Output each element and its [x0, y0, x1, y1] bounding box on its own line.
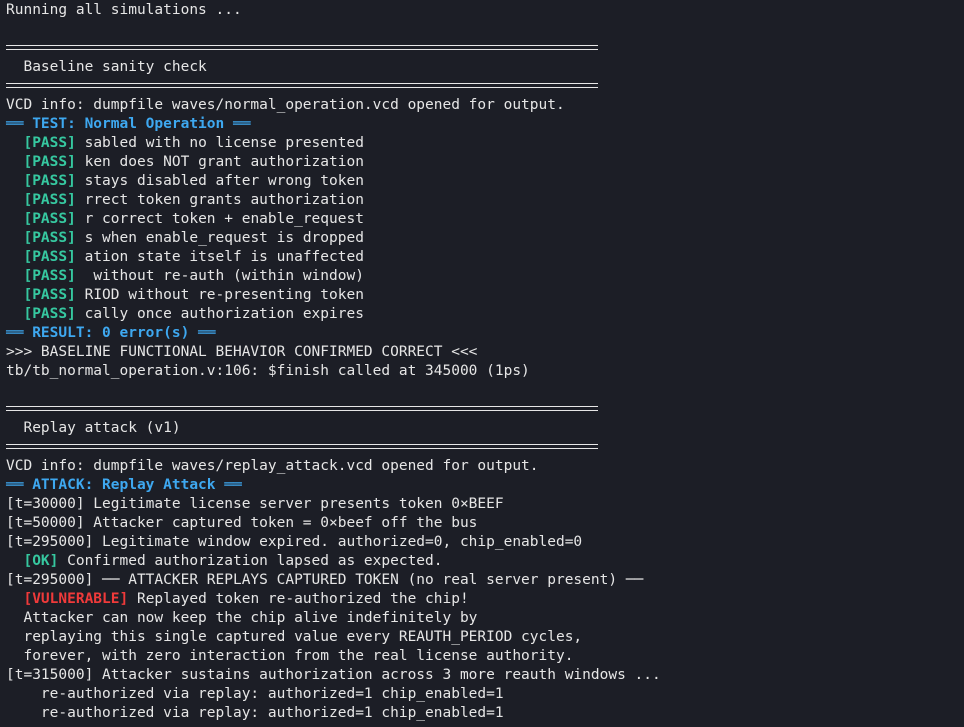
pass-text: rrect token grants authorization	[75, 192, 364, 208]
attack-header: ══ ATTACK: Replay Attack ══	[6, 477, 242, 493]
pass-tag: [PASS]	[23, 135, 76, 151]
ok-line: [OK] Confirmed authorization lapsed as e…	[6, 552, 443, 571]
pass-line: [PASS] RIOD without re-presenting token	[6, 286, 364, 305]
log-line: [t=50000] Attacker captured token = 0×be…	[6, 515, 478, 531]
vulnerable-text: Replayed token re-authorized the chip!	[128, 591, 469, 607]
pass-text: cally once authorization expires	[75, 306, 364, 322]
pass-text: stays disabled after wrong token	[75, 173, 364, 189]
vcd-info-line: VCD info: dumpfile waves/normal_operatio…	[6, 97, 565, 113]
status-running: Running all simulations ...	[6, 2, 242, 18]
result-header: ══ RESULT: 0 error(s) ══	[6, 325, 216, 341]
section-divider	[6, 406, 598, 411]
pass-text: without re-auth (within window)	[75, 268, 364, 284]
pass-line: [PASS] s when enable_request is dropped	[6, 229, 364, 248]
pass-tag: [PASS]	[23, 154, 76, 170]
finish-line: tb/tb_normal_operation.v:106: $finish ca…	[6, 363, 530, 379]
pass-line: [PASS] without re-auth (within window)	[6, 267, 364, 286]
pass-tag: [PASS]	[23, 287, 76, 303]
baseline-confirmed-line: >>> BASELINE FUNCTIONAL BEHAVIOR CONFIRM…	[6, 344, 478, 360]
section-title-baseline: Baseline sanity check	[6, 59, 207, 75]
pass-text: s when enable_request is dropped	[75, 230, 364, 246]
detail-line: replaying this single captured value eve…	[6, 629, 583, 645]
vcd-info-line: VCD info: dumpfile waves/replay_attack.v…	[6, 458, 539, 474]
pass-line: [PASS] ation state itself is unaffected	[6, 248, 364, 267]
vulnerable-line: [VULNERABLE] Replayed token re-authorize…	[6, 590, 469, 609]
pass-line: [PASS] ken does NOT grant authorization	[6, 153, 364, 172]
pass-line: [PASS] r correct token + enable_request	[6, 210, 364, 229]
log-line: [t=30000] Legitimate license server pres…	[6, 496, 504, 512]
terminal-output[interactable]: Running all simulations ... Baseline san…	[0, 0, 964, 727]
ok-tag: [OK]	[23, 553, 59, 569]
log-line: [t=315000] Attacker sustains authorizati…	[6, 667, 661, 683]
pass-line: [PASS] cally once authorization expires	[6, 305, 364, 324]
reauth-line: re-authorized via replay: authorized=1 c…	[6, 705, 504, 721]
test-header: ══ TEST: Normal Operation ══	[6, 116, 251, 132]
reauth-line: re-authorized via replay: authorized=1 c…	[6, 686, 504, 702]
pass-line: [PASS] rrect token grants authorization	[6, 191, 364, 210]
detail-line: Attacker can now keep the chip alive ind…	[6, 610, 478, 626]
section-divider	[6, 45, 598, 50]
log-line: [t=295000] Legitimate window expired. au…	[6, 534, 583, 550]
pass-text: sabled with no license presented	[75, 135, 364, 151]
detail-line: forever, with zero interaction from the …	[6, 648, 574, 664]
pass-line: [PASS] stays disabled after wrong token	[6, 172, 364, 191]
pass-tag: [PASS]	[23, 249, 76, 265]
pass-tag: [PASS]	[23, 211, 76, 227]
pass-text: ken does NOT grant authorization	[75, 154, 364, 170]
vulnerable-tag: [VULNERABLE]	[23, 591, 129, 607]
ok-text: Confirmed authorization lapsed as expect…	[58, 553, 443, 569]
pass-text: ation state itself is unaffected	[75, 249, 364, 265]
pass-tag: [PASS]	[23, 230, 76, 246]
pass-tag: [PASS]	[23, 173, 76, 189]
pass-text: RIOD without re-presenting token	[75, 287, 364, 303]
pass-tag: [PASS]	[23, 306, 76, 322]
pass-tag: [PASS]	[23, 268, 76, 284]
pass-tag: [PASS]	[23, 192, 76, 208]
log-line: [t=295000] ── ATTACKER REPLAYS CAPTURED …	[6, 572, 644, 588]
pass-text: r correct token + enable_request	[75, 211, 364, 227]
pass-line: [PASS] sabled with no license presented	[6, 134, 364, 153]
section-divider	[6, 444, 598, 449]
section-title-replay: Replay attack (v1)	[6, 420, 181, 436]
section-divider	[6, 83, 598, 88]
